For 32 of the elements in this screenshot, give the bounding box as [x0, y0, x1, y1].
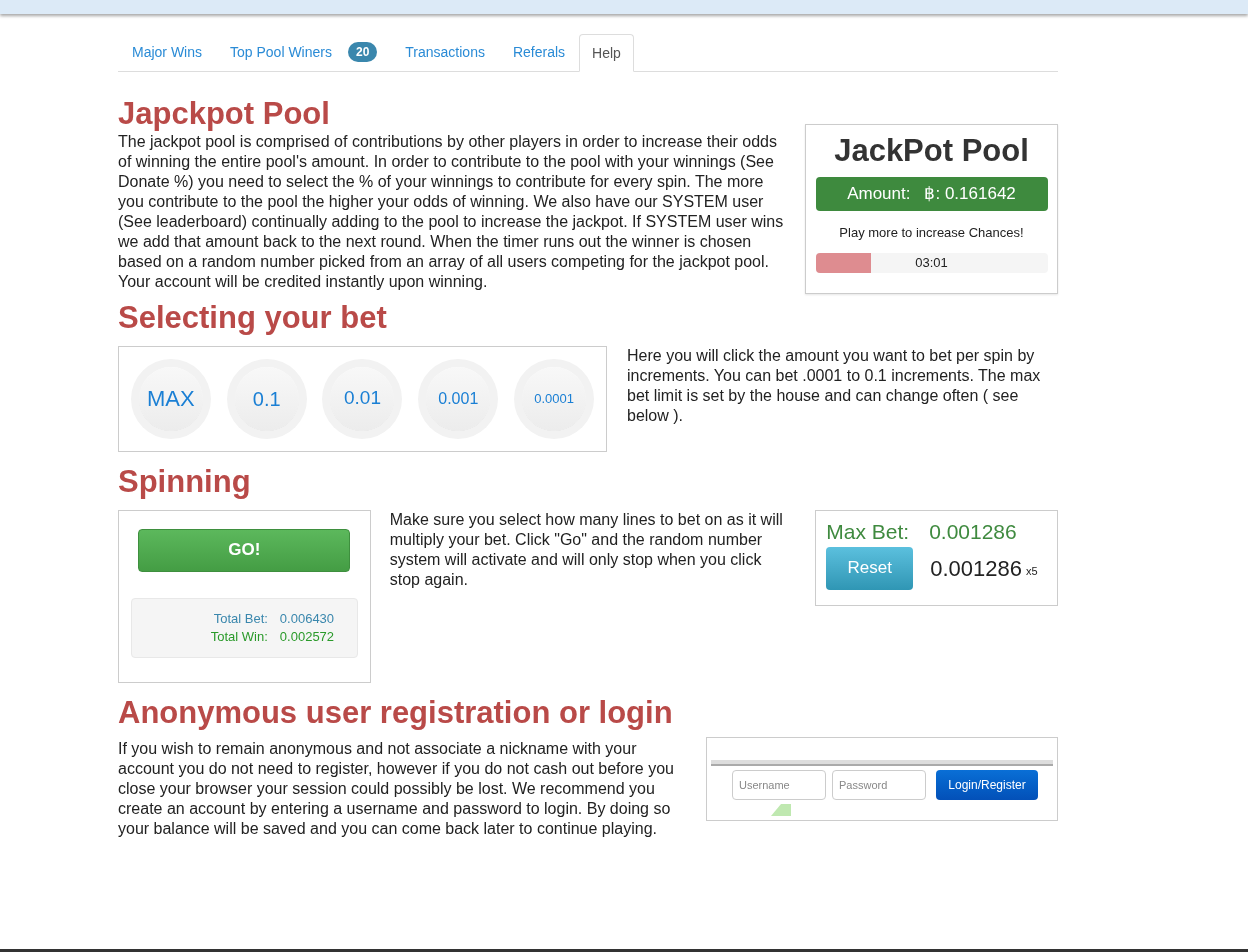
jackpot-title: JackPot Pool [834, 133, 1029, 169]
tab[interactable]: Top Pool Winers 20 [216, 33, 392, 71]
tab[interactable]: Referals [498, 33, 580, 71]
go-button[interactable]: GO! [138, 528, 351, 572]
spin-description: Make sure you select how many lines to bet on as it will multiply your bet. Click "Go" and the random number system will activate and will only stop when you click stop again. [389, 509, 784, 590]
multiplier: x5 [1026, 563, 1038, 579]
chances-hint: Play more to increase Chances! [839, 224, 1024, 242]
total-win-label: Total Win: [209, 627, 268, 646]
tab[interactable]: Transactions [391, 33, 499, 71]
login-description: If you wish to remain anonymous and not associate a nickname with your account you do not need to register, however if you do not cash out before you close your browser your session could possibly be lost. We recommend you create an account by entering a username and password to login. By doing so your balance will be saved and you can come back later to continue playing. [118, 738, 675, 839]
timer-text: 03:01 [914, 253, 949, 272]
count-badge: 20 [347, 42, 378, 62]
login-button[interactable]: Login/Register [936, 769, 1038, 800]
username-field[interactable]: Username [732, 769, 826, 800]
total-win-value: 0.002572 [278, 627, 336, 646]
amount-banner: Amount: ฿: 0.161642 [815, 177, 1048, 211]
corner-tab-icon [769, 801, 791, 816]
total-bet-label: Total Bet: [212, 609, 268, 628]
password-field[interactable]: Password [832, 769, 926, 800]
tab[interactable]: Help [579, 34, 634, 72]
section-heading: Anonymous user registration or login [118, 693, 674, 732]
bet-description: Here you will click the amount you want to bet per spin by increments. You can bet .0001 to 0.1 increments. The max bet limit is set by the house and can change often ( see below ). [627, 345, 1042, 426]
section-heading: Japckpot Pool [118, 95, 331, 133]
jackpot-description: The jackpot pool is comprised of contributions by other players in order to increase their odds of winning the entire pool's amount. In order to contribute to the pool with your winnings (See Donate %) you need to select the % of your winnings to contribute for every spin. The more you contribute to the pool the higher your odds of winning. We also have our SYSTEM user (See leaderboard) continually adding to the pool to increase the jackpot. If SYSTEM user wins we add that amount back to the next round. When the timer runs out the winner is chosen based on a random number picked from an array of all users competing for the jackpot pool. Your account will be credited instantly upon winning. [118, 132, 785, 292]
max-bet-value: 0.001286 [929, 518, 1017, 545]
section-heading: Selecting your bet [118, 298, 388, 337]
total-bet-value: 0.006430 [278, 609, 336, 628]
tab[interactable]: Major Wins [118, 33, 216, 71]
max-bet-label: Max Bet: [826, 518, 910, 545]
reset-button[interactable]: Reset [826, 546, 914, 590]
bet-value: 0.001286 [930, 554, 1022, 583]
section-heading: Spinning [118, 462, 252, 501]
